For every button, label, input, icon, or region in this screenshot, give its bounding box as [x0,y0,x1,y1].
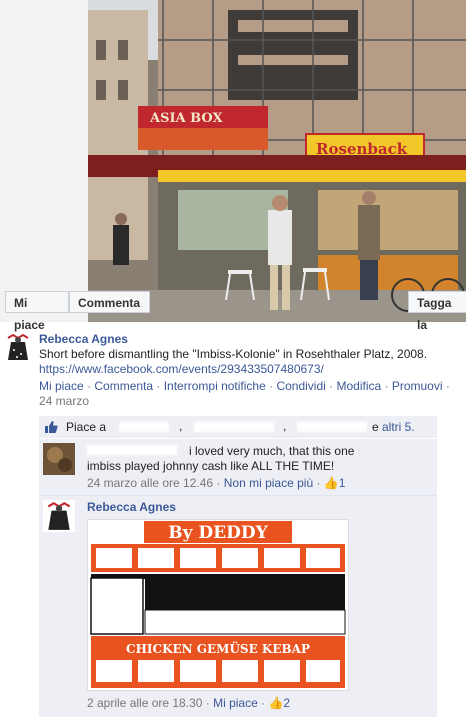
kebab-menu-drawing: By DEDDY CHICKEN GEMÜSE KEBAP [88,520,348,690]
post-body: Short before dismantling the "Imbiss-Kol… [39,347,459,377]
post-action-3[interactable]: Condividi [276,379,325,393]
comment-like-count[interactable]: 👍1 [324,476,346,490]
commenter-avatar[interactable] [43,443,75,475]
post-action-1[interactable]: Commenta [94,379,153,393]
drawing-caption: CHICKEN GEMÜSE KEBAP [126,640,310,656]
avatar[interactable] [3,332,33,362]
liker-name-blurred[interactable] [119,422,169,432]
unlike-link[interactable]: Non mi piace più [224,476,313,490]
comment: Rebecca Agnes By DEDDY CHICKEN GEMÜSE KE… [43,499,435,714]
post-author[interactable]: Rebecca Agnes [39,332,128,346]
likes-separator: , [179,419,183,433]
photo-tag-button[interactable]: Tagga la [408,291,466,332]
avatar-drawing-icon [3,332,33,362]
comment-date[interactable]: 24 marzo alle ore 12.46 [87,476,213,490]
post-date[interactable]: 24 marzo [39,394,89,408]
likes-prefix: Piace a [66,420,107,434]
comment-image[interactable]: By DEDDY CHICKEN GEMÜSE KEBAP [87,519,349,691]
comment-text: i loved very much, that this one imbiss … [87,444,355,473]
comments-list: i loved very much, that this one imbiss … [39,439,437,717]
liker-name-blurred[interactable] [194,422,274,432]
asia-box-sign: ASIA BOX [149,111,223,126]
post-action-4[interactable]: Modifica [336,379,381,393]
post-action-2[interactable]: Interrompi notifiche [164,379,266,393]
post-action-5[interactable]: Promuovi [392,379,443,393]
comment-meta: 2 aprile alle ore 18.30 · Mi piace · 👍2 [87,696,291,710]
likes-box: Piace a , , e altri 5. [39,416,437,438]
avatar-drawing-icon [43,500,75,532]
comment-like-count[interactable]: 👍2 [268,696,290,710]
photo-comment-button[interactable]: Commenta [69,291,150,313]
photo-viewer: ASIA BOX Rosenback Mi piace Commenta Tag… [0,0,466,332]
comment: i loved very much, that this one imbiss … [43,443,435,493]
photo-like-button[interactable]: Mi piace [5,291,69,332]
liker-name-blurred[interactable] [297,422,367,432]
thumbs-up-icon: 👍 [323,476,339,490]
comment-like-link[interactable]: Mi piace [213,696,258,710]
comment-meta: 24 marzo alle ore 12.46 · Non mi piace p… [87,476,346,490]
post-text: Short before dismantling the "Imbiss-Kol… [39,347,428,361]
commenter-avatar[interactable] [43,500,75,532]
divider [39,495,437,496]
post-action-0[interactable]: Mi piace [39,379,84,393]
likes-and: e [372,420,379,434]
likes-others-link[interactable]: altri 5. [382,420,415,434]
comment-date[interactable]: 2 aprile alle ore 18.30 [87,696,202,710]
drawing-title: By DEDDY [168,523,268,543]
thumbs-up-icon: 👍 [268,696,284,710]
photo-image: ASIA BOX Rosenback [88,0,466,322]
post-photo[interactable]: ASIA BOX Rosenback [88,0,466,322]
thumbs-up-icon [44,420,58,437]
post-link[interactable]: https://www.facebook.com/events/29343350… [39,362,324,376]
likes-separator: , [283,419,287,433]
comment-author[interactable]: Rebecca Agnes [87,500,176,514]
post-actions: Mi piace · Commenta · Interrompi notific… [39,379,450,408]
